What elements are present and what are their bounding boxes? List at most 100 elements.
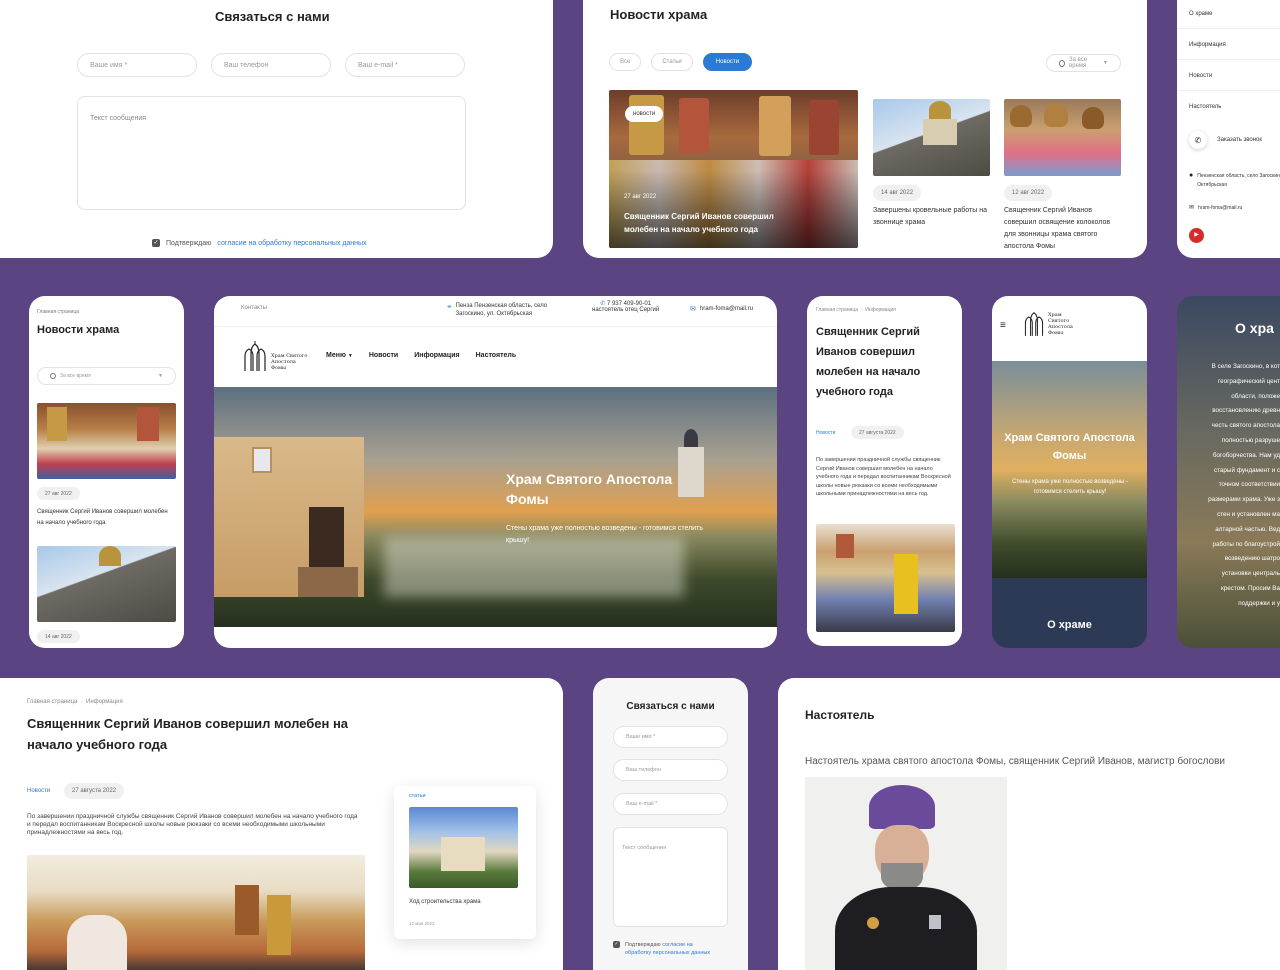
hero-title: Храм Святого Апостола Фомы <box>506 471 673 507</box>
period-label: За все время <box>1069 57 1088 69</box>
desktop-article-photo[interactable] <box>27 855 365 970</box>
news-item-2-date: 12 авг 2022 <box>1004 185 1053 201</box>
hamburger-icon[interactable]: ≡ <box>1000 320 1006 331</box>
main-news-photo[interactable]: новости 27 авг 2022 Священник Сергий Ива… <box>609 90 858 248</box>
breadcrumb-info[interactable]: Информация <box>86 699 123 705</box>
mobile-news-title: Новости храма <box>37 324 120 336</box>
clock-icon <box>1059 59 1066 67</box>
news-item-1-date: 14 авг 2022 <box>873 185 922 201</box>
mobile-article-date: 27 августа 2022 <box>851 426 904 439</box>
mobile-news-1-text[interactable]: Священник Сергий Иванов совершил молебен… <box>37 507 172 529</box>
church-logo-icon <box>1024 312 1044 336</box>
top-address: Пенза Пензенская область, село Загоскино… <box>455 303 548 317</box>
chevron-down-icon: ▼ <box>1103 60 1108 66</box>
breadcrumb-home[interactable]: Главная страница <box>27 699 77 705</box>
mobile-contact-title: Связаться с нами <box>626 701 715 712</box>
mobile-message-textarea[interactable]: Текст сообщения <box>613 827 728 927</box>
chevron-down-icon: ▼ <box>347 353 353 359</box>
mobile-article-title: Священник Сергий Иванов совершил молебен… <box>816 326 921 398</box>
nav-info[interactable]: Информация <box>414 352 459 359</box>
mobile-contact-card: Связаться с нами Ваше имя * Ваш телефон … <box>593 678 748 970</box>
mobile-article-card: Главная страница · Информация Священник … <box>807 296 962 646</box>
filter-articles[interactable]: Статьи <box>651 53 693 71</box>
side-menu-item-about[interactable]: О храме <box>1189 11 1212 17</box>
rector-text: Настоятель храма святого апостола Фомы, … <box>805 756 1225 767</box>
mobile-news-photo-2[interactable] <box>37 546 176 622</box>
mobile-hero-image: Храм Святого Апостола Фомы Стены храма у… <box>992 361 1147 578</box>
consent-link[interactable]: согласие на обработку персональных данны… <box>217 240 366 247</box>
consent-text: Подтверждаю <box>166 239 212 247</box>
related-date: 12 мая 2022 <box>409 921 435 926</box>
filter-all[interactable]: Все <box>609 53 642 71</box>
news-tag: новости <box>625 106 664 122</box>
period-select[interactable]: За все время ▼ <box>1046 54 1121 72</box>
mobile-consent-checkbox[interactable]: ✓ <box>613 941 620 948</box>
top-phone-sub: настоятель отец Сергий <box>592 307 660 313</box>
chevron-down-icon: ▼ <box>158 373 163 379</box>
news-item-1-text[interactable]: Завершены кровельные работы на звоннице … <box>873 205 993 229</box>
top-contacts-link[interactable]: Контакты <box>241 305 267 311</box>
mobile-logo[interactable]: Храм Святого Апостола Фомы <box>1022 310 1082 336</box>
location-icon: ⌖ <box>447 302 452 311</box>
email-input[interactable]: Ваш e-mail * <box>345 53 465 77</box>
rector-photo <box>805 777 1007 970</box>
call-button[interactable]: ✆ Заказать звонок <box>1189 131 1262 149</box>
top-email[interactable]: hram-foma@mail.ru <box>700 306 753 312</box>
breadcrumb-info[interactable]: Информация <box>865 307 896 313</box>
mobile-period-select[interactable]: За все время ▼ <box>37 367 176 385</box>
mobile-about-heading: О храме <box>1047 619 1092 631</box>
side-menu-item-info[interactable]: Информация <box>1189 42 1226 48</box>
mobile-news-1-date: 27 авг 2022 <box>37 487 80 500</box>
side-address: Пензенская область, село Загоскино, ул. … <box>1197 173 1280 188</box>
youtube-icon[interactable]: ▶ <box>1189 228 1204 243</box>
mobile-phone-input[interactable]: Ваш телефон <box>613 759 728 781</box>
filter-news[interactable]: Новости <box>702 53 753 71</box>
logo-text: Храм Святого Апостола Фомы <box>271 353 308 371</box>
side-menu-item-rector[interactable]: Настоятель <box>1189 104 1221 110</box>
name-input[interactable]: Ваше имя * <box>77 53 197 77</box>
nav-rector[interactable]: Настоятель <box>476 352 517 359</box>
desktop-home-card: Контакты ⌖ Пенза Пензенская область, сел… <box>214 296 777 648</box>
desktop-article-body: По завершении праздничной службы священн… <box>27 813 358 836</box>
nav-news[interactable]: Новости <box>369 352 398 359</box>
phone-input[interactable]: Ваш телефон <box>211 53 331 77</box>
news-item-1-photo[interactable] <box>873 99 990 176</box>
message-textarea[interactable]: Текст сообщения <box>77 96 466 210</box>
rector-card: Настоятель Настоятель храма святого апос… <box>778 678 1280 970</box>
message-placeholder: Текст сообщения <box>90 115 147 122</box>
side-email: hram-foma@mail.ru <box>1198 204 1243 211</box>
breadcrumb-home[interactable]: Главная страница <box>816 307 858 313</box>
mobile-news-photo-1[interactable] <box>37 403 176 479</box>
desktop-article-tag[interactable]: Новости <box>27 788 50 794</box>
mobile-logo-text: Храм Святого Апостола Фомы <box>1048 312 1073 336</box>
consent-checkbox[interactable]: ✓ <box>152 239 160 247</box>
related-article-card[interactable]: статьи Ход строительства храма 12 мая 20… <box>394 786 536 939</box>
phone-icon: ✆ <box>1189 131 1207 149</box>
news-grid-card: Новости храма Все Статьи Новости За все … <box>583 0 1147 258</box>
news-item-2-photo[interactable] <box>1004 99 1121 176</box>
mobile-period-label: За все время <box>60 373 91 379</box>
news-item-2-text[interactable]: Священник Сергий Иванов совершил освящен… <box>1004 205 1122 253</box>
breadcrumb-home[interactable]: Главная страница <box>37 309 79 315</box>
site-logo[interactable]: Храм Святого Апостола Фомы <box>241 341 311 371</box>
mobile-consent-text: Подтверждаю <box>625 942 661 948</box>
mobile-article-tag[interactable]: Новости <box>816 430 835 436</box>
church-logo-icon <box>244 341 266 371</box>
mail-icon: ✉ <box>690 306 696 313</box>
mobile-name-input[interactable]: Ваше имя * <box>613 726 728 748</box>
mobile-message-placeholder: Текст сообщения <box>622 845 667 851</box>
mobile-email-input[interactable]: Ваш e-mail * <box>613 793 728 815</box>
side-menu-card: О храме Информация Новости Настоятель ✆ … <box>1177 0 1280 258</box>
side-menu-item-news[interactable]: Новости <box>1189 73 1212 79</box>
mail-icon: ✉ <box>1189 205 1195 211</box>
location-icon: ● <box>1189 172 1194 179</box>
related-photo <box>409 807 518 888</box>
related-title: Ход строительства храма <box>409 899 481 905</box>
mobile-article-photo[interactable] <box>816 524 955 632</box>
nav-menu[interactable]: Меню ▼ <box>326 352 353 359</box>
consent-row: ✓ Подтверждаю согласие на обработку перс… <box>152 239 367 247</box>
contact-title: Связаться с нами <box>215 9 330 24</box>
mobile-hero-card: ≡ Храм Святого Апостола Фомы Храм Святог… <box>992 296 1147 648</box>
about-lines: В селе Загоскино, в кот географический це… <box>1208 363 1280 607</box>
mobile-article-body: По завершении праздничной службы священн… <box>816 457 951 497</box>
